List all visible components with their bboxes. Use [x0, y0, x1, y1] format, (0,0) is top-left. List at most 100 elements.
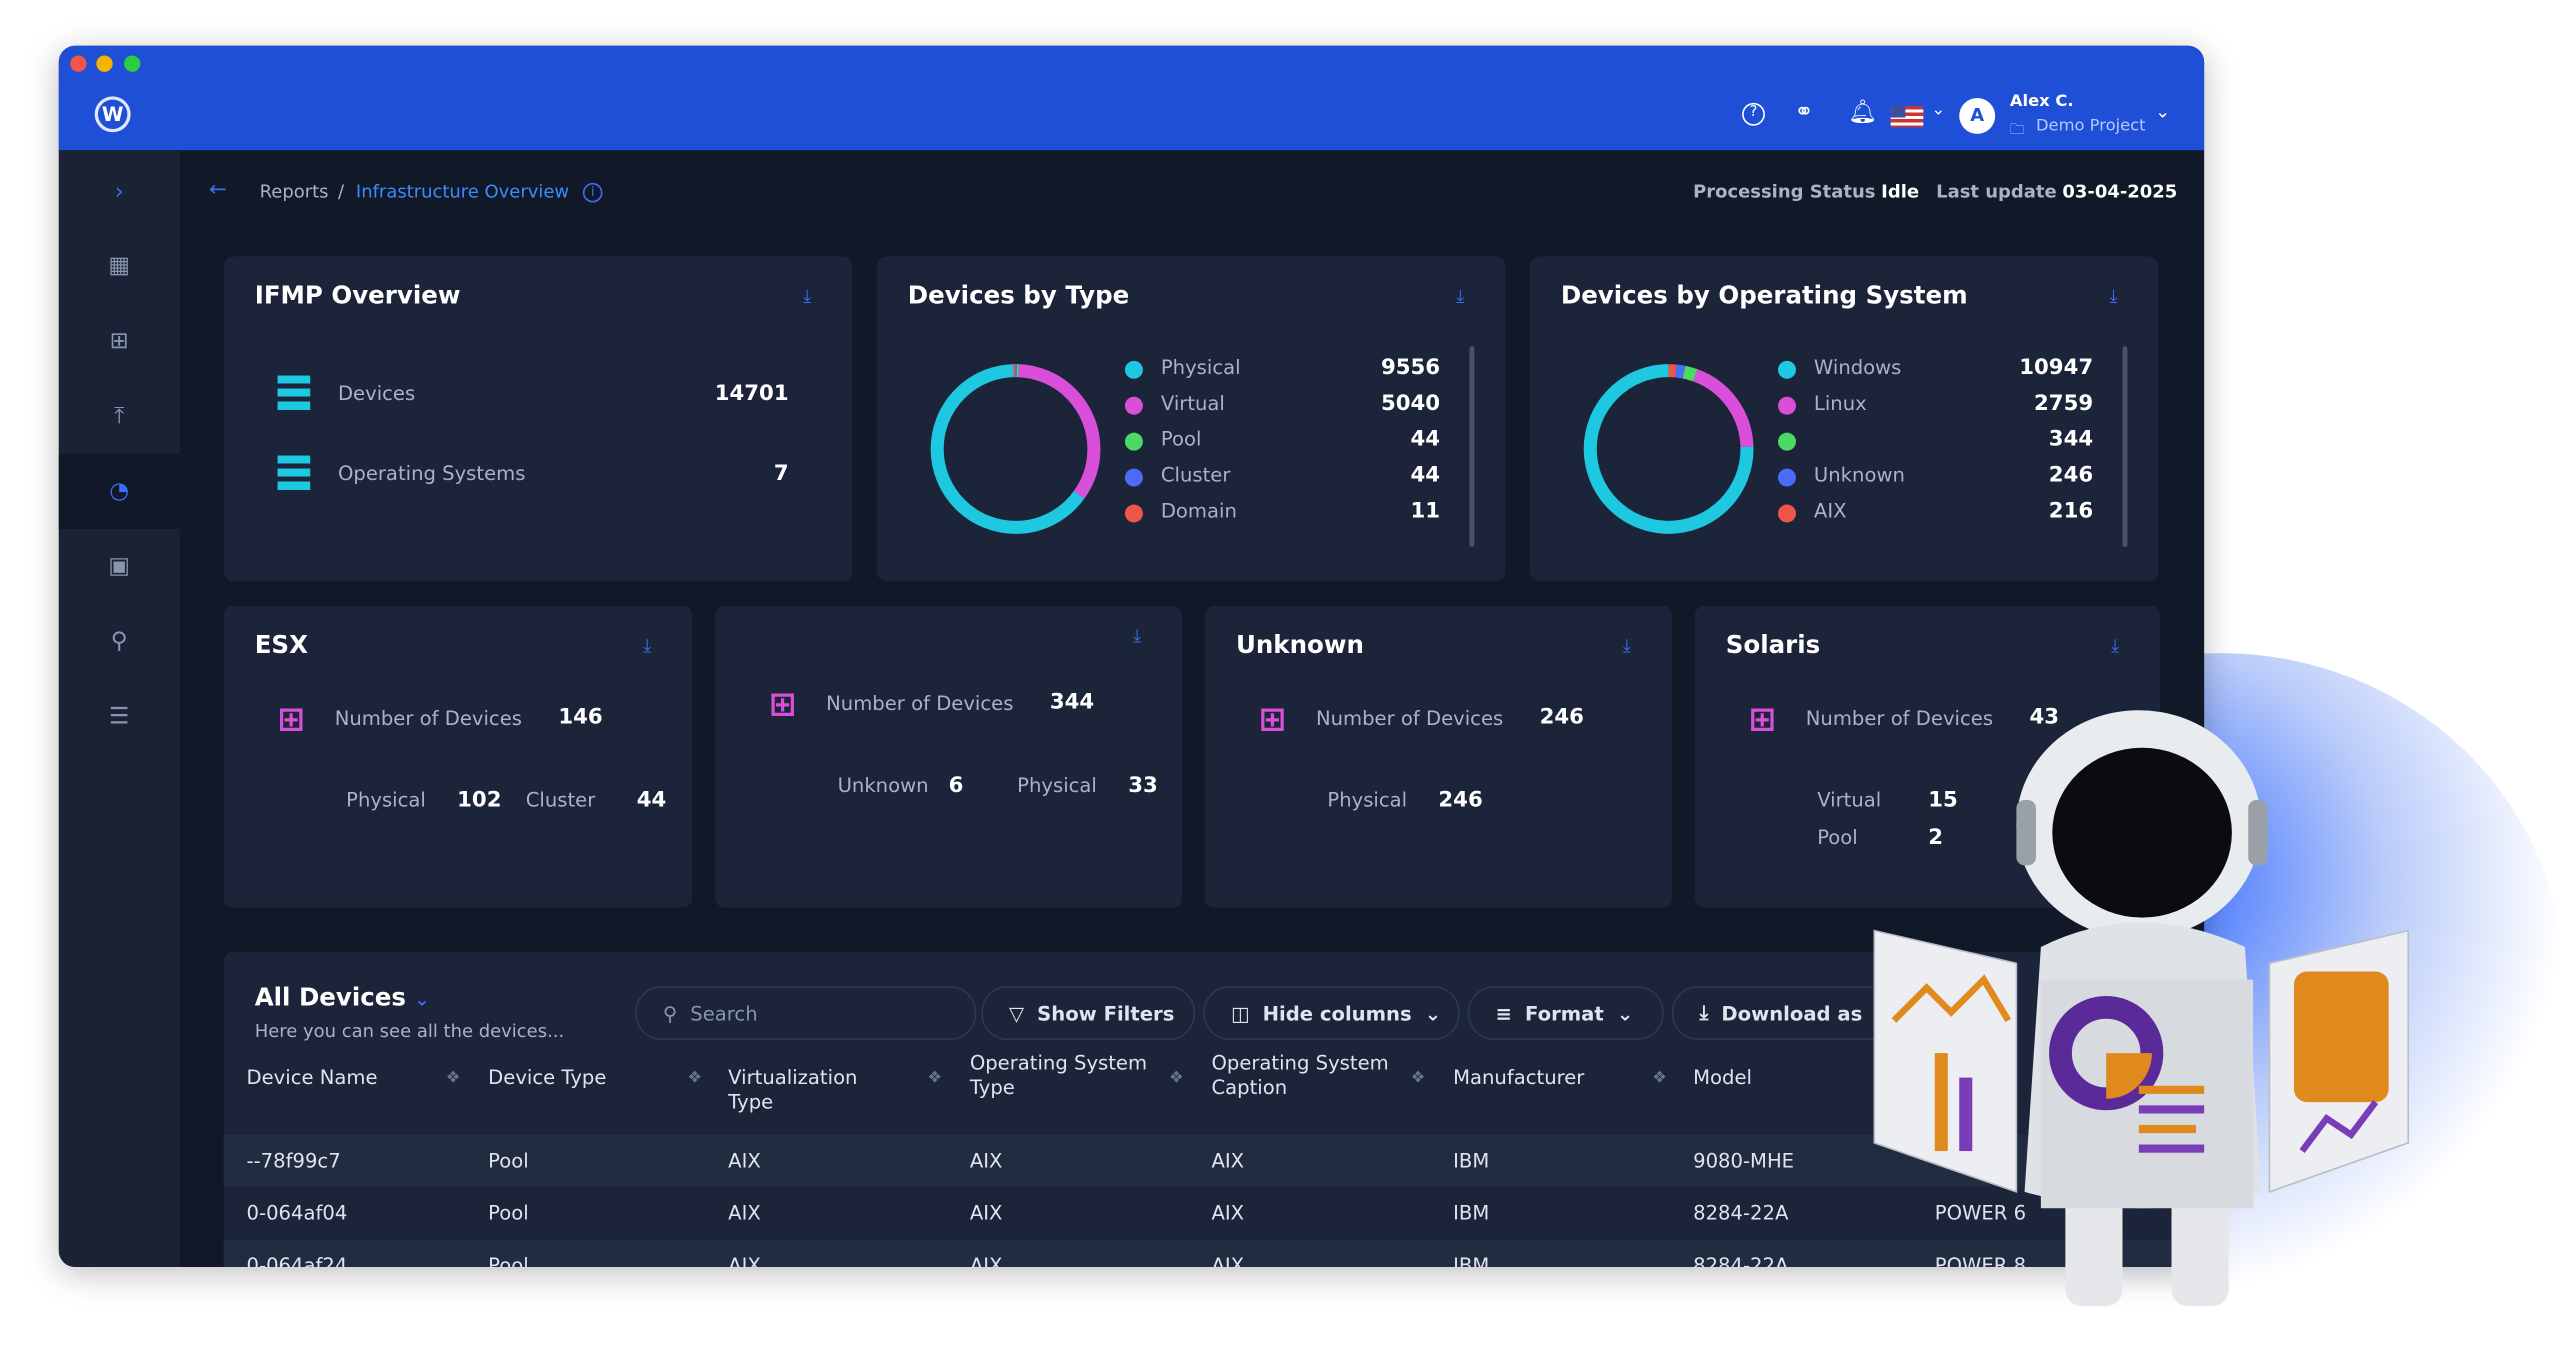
download-icon[interactable]: ⤓: [643, 635, 651, 658]
devices-by-os-card: Devices by Operating System ⤓ Windows 10…: [1529, 256, 2159, 582]
legend-item[interactable]: Unknown 246: [1775, 462, 2093, 495]
table-cell: AIX: [728, 1201, 761, 1225]
os-card: Unknown ⤓ ⊞ Number of Devices 246 Physica…: [1204, 605, 1672, 908]
download-icon[interactable]: ⤓: [1623, 635, 1631, 658]
user-menu-chevron-down-icon[interactable]: ⌄: [2155, 101, 2170, 122]
breakdown-value: 102: [457, 788, 502, 814]
card-title: Unknown: [1235, 630, 1364, 660]
back-arrow-icon[interactable]: ←: [209, 178, 227, 202]
table-cell: 0-064af04: [246, 1201, 348, 1225]
breadcrumb-reports[interactable]: Reports: [260, 181, 329, 202]
hide-columns-button[interactable]: ◫ Hide columns ⌄: [1203, 986, 1460, 1041]
legend: Windows 10947 Linux 2759 344 Unknown 246…: [1775, 354, 2102, 545]
legend-dot: [1778, 432, 1796, 451]
format-button[interactable]: ≡ Format ⌄: [1467, 986, 1664, 1041]
column-header[interactable]: Operating System Type: [970, 1051, 1150, 1100]
card-title: Solaris: [1725, 630, 1821, 660]
legend-item[interactable]: Linux 2759: [1775, 390, 2093, 423]
column-resize-icon[interactable]: ❖: [1652, 1069, 1667, 1087]
legend-item[interactable]: Pool 44: [1122, 426, 1440, 459]
table-cell: --78f99c7: [246, 1149, 341, 1173]
devices-label: Number of Devices: [334, 706, 522, 730]
legend: Physical 9556 Virtual 5040 Pool 44 Clust…: [1122, 354, 1449, 545]
column-header[interactable]: Operating System Caption: [1211, 1051, 1391, 1100]
pie-chart-icon: ◔: [109, 478, 130, 505]
legend-item[interactable]: Virtual 5040: [1122, 390, 1440, 423]
legend-item[interactable]: AIX 216: [1775, 498, 2093, 531]
bell-icon[interactable]: 🔔︎: [1848, 100, 1877, 126]
legend-label: Virtual: [1160, 391, 1225, 415]
maximize-window-button[interactable]: [124, 55, 141, 72]
headset-icon[interactable]: ⚭: [1794, 100, 1813, 126]
column-resize-icon[interactable]: ❖: [687, 1069, 702, 1087]
legend-item[interactable]: Domain 11: [1122, 498, 1440, 531]
table-cell: Pool: [488, 1253, 529, 1267]
search-input[interactable]: ⚲ Search: [635, 986, 977, 1041]
table-cell: AIX: [728, 1149, 761, 1173]
download-icon[interactable]: ⤓: [803, 286, 811, 309]
column-resize-icon[interactable]: ❖: [927, 1069, 942, 1087]
column-header[interactable]: Manufacturer: [1453, 1066, 1633, 1090]
legend-value: 5040: [1380, 391, 1441, 417]
legend-dot: [1124, 396, 1143, 415]
column-header[interactable]: Device Name: [247, 1066, 427, 1090]
legend-label: AIX: [1813, 499, 1847, 523]
legend-item[interactable]: Cluster 44: [1122, 462, 1440, 495]
legend-scrollbar[interactable]: [2122, 346, 2128, 547]
breakdown-label: Pool: [1817, 826, 1858, 850]
legend-dot: [1124, 432, 1143, 451]
legend-value: 9556: [1380, 355, 1441, 381]
help-icon[interactable]: ?: [1742, 102, 1765, 126]
legend-value: 10947: [2019, 355, 2094, 381]
sidebar-item-upload[interactable]: ⤒: [59, 379, 180, 454]
legend-item[interactable]: 344: [1775, 426, 2093, 459]
column-header[interactable]: Virtualization Type: [728, 1066, 908, 1115]
sidebar-expand-chevron-icon[interactable]: ›: [59, 155, 180, 230]
legend-scrollbar[interactable]: [1469, 346, 1475, 547]
column-resize-icon[interactable]: ❖: [1169, 1069, 1184, 1087]
breadcrumb-separator: /: [337, 181, 345, 203]
sidebar-item-settings[interactable]: ☰: [59, 679, 180, 754]
table-cell: AIX: [969, 1201, 1003, 1225]
devices-label: Number of Devices: [1315, 706, 1504, 730]
avatar[interactable]: A: [1959, 97, 1996, 134]
column-header[interactable]: Device Type: [488, 1066, 668, 1090]
sidebar-item-apps[interactable]: ⊞: [59, 304, 180, 379]
close-window-button[interactable]: [70, 55, 87, 72]
legend-value: 344: [2048, 427, 2094, 453]
sidebar-item-reports[interactable]: ◔: [58, 453, 180, 529]
chevron-down-icon[interactable]: ⌄: [415, 989, 430, 1010]
breakdown-value: 44: [636, 788, 667, 814]
download-icon[interactable]: ⤓: [2111, 635, 2119, 658]
download-icon[interactable]: ⤓: [1133, 625, 1141, 648]
minimize-window-button[interactable]: [96, 55, 113, 72]
info-icon[interactable]: i: [582, 182, 603, 203]
project-name[interactable]: Demo Project: [2036, 118, 2146, 136]
flag-us-icon[interactable]: [1890, 106, 1924, 128]
app-logo[interactable]: W: [94, 96, 131, 133]
column-resize-icon[interactable]: ❖: [1411, 1069, 1426, 1087]
ifmp-value: 7: [773, 462, 789, 487]
download-icon[interactable]: ⤓: [2109, 286, 2117, 309]
language-chevron-down-icon[interactable]: ⌄: [1931, 101, 1945, 119]
breakdown-label: Cluster: [525, 788, 596, 812]
breakdown-label: Physical: [1017, 773, 1097, 797]
legend-value: 11: [1410, 499, 1441, 525]
devices-count: 246: [1539, 705, 1584, 730]
sidebar-item-inbox[interactable]: ▣: [59, 529, 180, 604]
column-resize-icon[interactable]: ❖: [446, 1069, 461, 1087]
legend-dot: [1778, 360, 1796, 379]
grid-icon: ⊞: [109, 328, 129, 355]
legend-label: Cluster: [1160, 463, 1231, 487]
column-header[interactable]: Model: [1693, 1066, 1873, 1090]
devices-by-os-donut: [1583, 364, 1754, 534]
legend-item[interactable]: Windows 10947: [1775, 354, 2093, 387]
download-icon[interactable]: ⤓: [1456, 286, 1464, 309]
table-subtitle: Here you can see all the devices...: [254, 1020, 565, 1042]
legend-item[interactable]: Physical 9556: [1122, 354, 1440, 387]
sidebar-item-plugins[interactable]: ⚲: [59, 604, 180, 679]
sidebar-item-dashboard[interactable]: ▦: [59, 229, 180, 304]
table-title[interactable]: All Devices ⌄: [255, 983, 430, 1012]
plug-icon: ⚲: [110, 628, 128, 655]
show-filters-button[interactable]: ▽ Show Filters: [981, 986, 1196, 1041]
